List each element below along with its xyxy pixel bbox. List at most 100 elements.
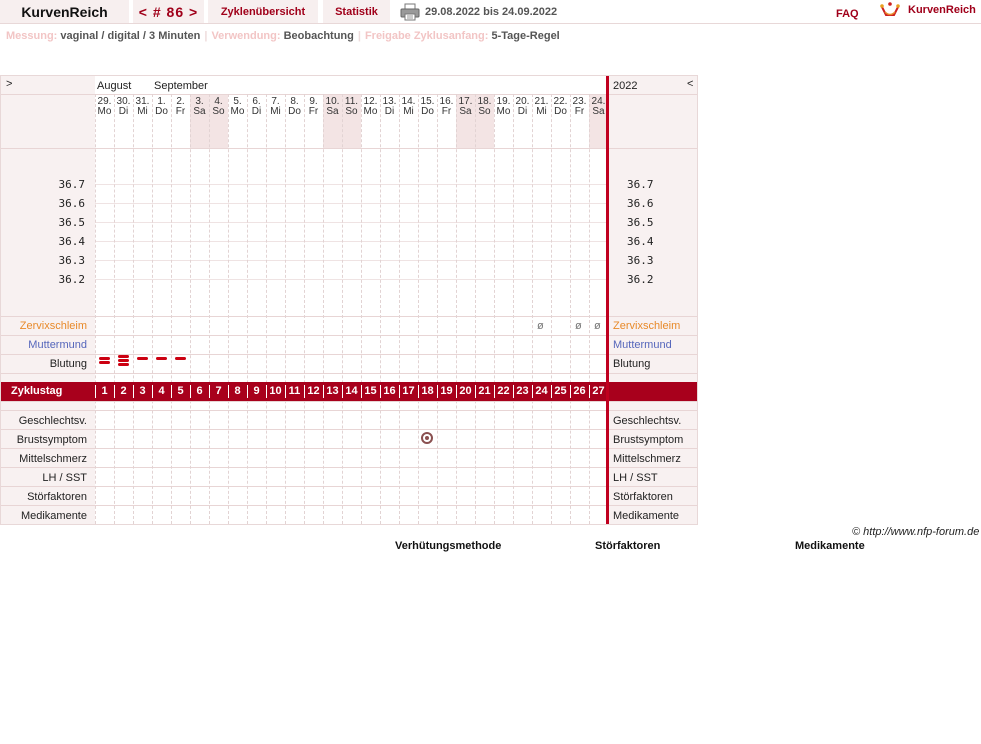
temp-label-left: 36.6 bbox=[58, 197, 86, 210]
grid-col-line bbox=[266, 94, 267, 524]
row-label-lower: Mittelschmerz bbox=[19, 453, 87, 465]
day-header: 6. Di bbox=[247, 97, 266, 117]
footer-heading-medication: Medikamente bbox=[795, 540, 865, 552]
month-label: September bbox=[154, 80, 208, 92]
cycle-day-number: 8 bbox=[234, 385, 241, 397]
cycle-day-row: Zyklustag 1 2 3 4 5 6 7 8 9 10 11 12 13 14 15 16 17 18 19 2… bbox=[1, 382, 697, 401]
release-label: Freigabe Zyklusanfang: bbox=[364, 30, 489, 42]
printer-icon[interactable] bbox=[400, 3, 420, 21]
grid-col-line bbox=[513, 94, 514, 524]
grid-col-line bbox=[209, 94, 210, 524]
day-weekday: Fr bbox=[308, 106, 319, 117]
cycle-day-number: 26 bbox=[573, 385, 586, 397]
row-label-lower-right: Störfaktoren bbox=[613, 491, 673, 503]
day-weekday: Di bbox=[384, 106, 395, 117]
grid-col-line bbox=[475, 94, 476, 524]
bleeding-mark bbox=[118, 363, 129, 366]
day-weekday: Mi bbox=[403, 106, 414, 117]
cervix-mucus-mark: ø bbox=[575, 320, 582, 332]
cycle-day-number: 20 bbox=[459, 385, 472, 397]
grid-row-line bbox=[1, 429, 697, 430]
grid-col-line bbox=[494, 94, 495, 524]
row-label-zervixschleim-right: Zervixschleim bbox=[613, 320, 681, 332]
grid-col-line bbox=[437, 94, 438, 524]
day-weekday: Mo bbox=[230, 106, 245, 117]
day-header: 20. Di bbox=[513, 97, 532, 117]
bleeding-mark bbox=[118, 359, 129, 362]
day-header: 9. Fr bbox=[304, 97, 323, 117]
row-label-lower-right: Mittelschmerz bbox=[613, 453, 681, 465]
current-day-marker bbox=[606, 76, 609, 524]
date-range: 29.08.2022 bis 24.09.2022 bbox=[425, 6, 558, 18]
day-header: 10. Sa bbox=[323, 97, 342, 117]
cycle-day-number: 15 bbox=[364, 385, 377, 397]
prev-arrow[interactable]: < bbox=[687, 78, 693, 90]
day-weekday: Sa bbox=[459, 106, 472, 117]
day-weekday: Mi bbox=[270, 106, 281, 117]
day-header: 18. So bbox=[475, 97, 494, 117]
cycle-day-number: 12 bbox=[307, 385, 320, 397]
day-weekday: Fr bbox=[175, 106, 186, 117]
tab-statistics[interactable]: Statistik bbox=[323, 0, 390, 23]
cycle-day-number: 9 bbox=[253, 385, 260, 397]
day-weekday: Mo bbox=[363, 106, 378, 117]
grid-row-line bbox=[1, 354, 697, 355]
row-label-lower-right: Medikamente bbox=[613, 510, 680, 522]
temp-label-right: 36.7 bbox=[627, 178, 654, 191]
tab-cycle-overview[interactable]: Zyklenübersicht bbox=[208, 0, 318, 23]
grid-col-line bbox=[304, 94, 305, 524]
cycle-chart: > August September 2022 < 29. Mo 30. Di 31. M… bbox=[0, 75, 698, 525]
cycle-day-number: 11 bbox=[288, 385, 301, 397]
grid-row-line bbox=[1, 401, 697, 402]
cycle-day-number: 19 bbox=[440, 385, 453, 397]
day-header: 7. Mi bbox=[266, 97, 285, 117]
day-header: 3. Sa bbox=[190, 97, 209, 117]
brand-logo-icon bbox=[880, 2, 900, 16]
temp-label-left: 36.4 bbox=[58, 235, 86, 248]
day-weekday: Di bbox=[517, 106, 528, 117]
temp-label-right: 36.2 bbox=[627, 273, 654, 286]
cervix-mucus-mark: ø bbox=[537, 320, 544, 332]
grid-col-line bbox=[190, 94, 191, 524]
day-weekday: Di bbox=[118, 106, 129, 117]
cycle-day-number: 1 bbox=[101, 385, 108, 397]
copyright-link[interactable]: © http://www.nfp-forum.de bbox=[852, 526, 979, 538]
grid-col-line bbox=[247, 94, 248, 524]
temp-label-right: 36.4 bbox=[627, 235, 654, 248]
day-weekday: So bbox=[478, 106, 491, 117]
day-header: 31. Mi bbox=[133, 97, 152, 117]
day-header: 30. Di bbox=[114, 97, 133, 117]
faq-link[interactable]: FAQ bbox=[836, 8, 859, 20]
grid-col-line bbox=[570, 94, 571, 524]
cycle-day-number: 3 bbox=[139, 385, 146, 397]
day-header: 19. Mo bbox=[494, 97, 513, 117]
release-value: 5-Tage-Regel bbox=[491, 30, 560, 42]
grid-col-line bbox=[532, 94, 533, 524]
grid-col-line bbox=[133, 94, 134, 524]
day-header: 16. Fr bbox=[437, 97, 456, 117]
row-label-muttermund: Muttermund bbox=[28, 339, 87, 351]
temp-label-right: 36.5 bbox=[627, 216, 654, 229]
day-header: 5. Mo bbox=[228, 97, 247, 117]
temp-label-left: 36.7 bbox=[58, 178, 86, 191]
day-weekday: Di bbox=[251, 106, 262, 117]
cycle-day-number: 7 bbox=[215, 385, 222, 397]
bleeding-mark bbox=[99, 357, 110, 360]
grid-col-line bbox=[95, 94, 96, 524]
usage-label: Verwendung: bbox=[211, 30, 281, 42]
day-weekday: So bbox=[345, 106, 358, 117]
grid-row-line bbox=[1, 373, 697, 374]
footer-heading-contraception: Verhütungsmethode bbox=[395, 540, 502, 552]
day-weekday: Fr bbox=[441, 106, 452, 117]
day-header: 1. Do bbox=[152, 97, 171, 117]
temp-label-left: 36.5 bbox=[58, 216, 86, 229]
next-arrow[interactable]: > bbox=[6, 78, 12, 90]
cycle-day-number: 25 bbox=[554, 385, 567, 397]
grid-col-line bbox=[285, 94, 286, 524]
row-label-blutung: Blutung bbox=[49, 358, 87, 370]
app-title[interactable]: KurvenReich bbox=[0, 0, 129, 23]
row-label-blutung-right: Blutung bbox=[613, 358, 651, 370]
cycle-navigation[interactable]: < # 86 > bbox=[133, 0, 204, 23]
cycle-day-number: 24 bbox=[535, 385, 548, 397]
day-header: 4. So bbox=[209, 97, 228, 117]
